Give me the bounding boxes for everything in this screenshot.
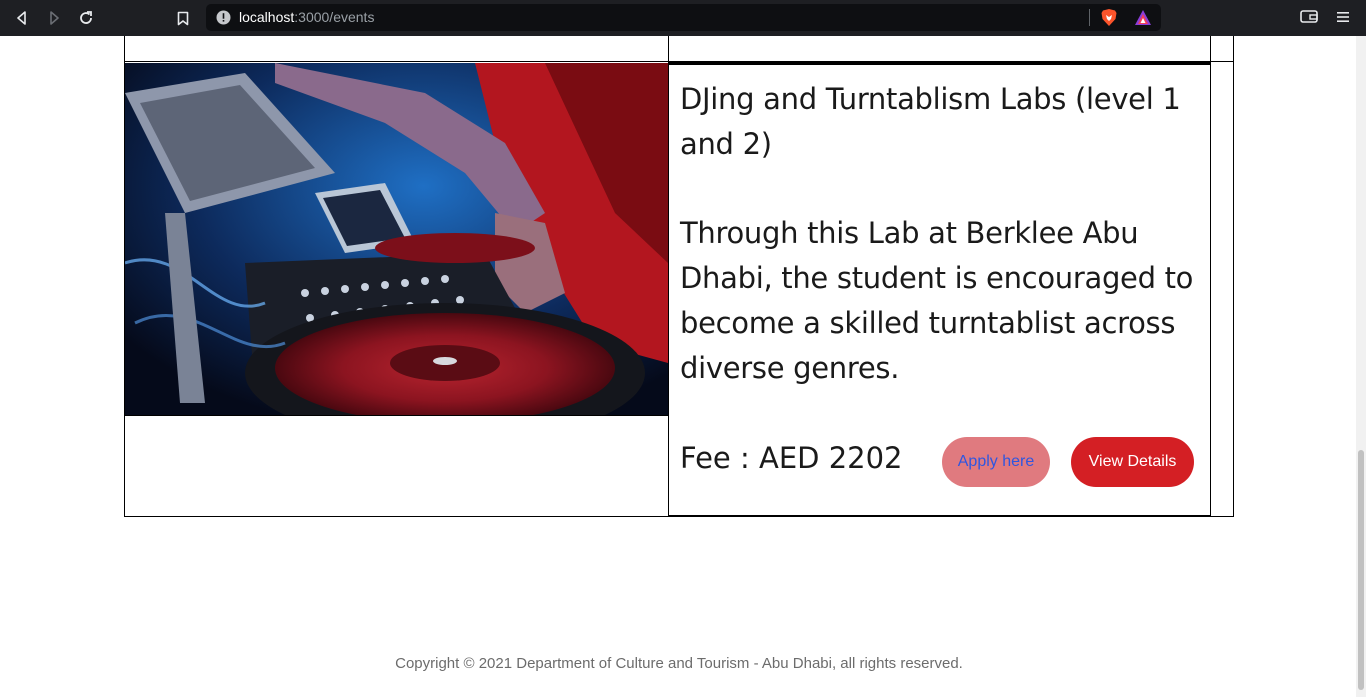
url-path: :3000/events <box>294 9 375 25</box>
menu-icon[interactable] <box>1336 9 1350 28</box>
info-icon[interactable] <box>216 10 231 29</box>
view-details-button[interactable]: View Details <box>1071 437 1194 487</box>
apply-button[interactable]: Apply here <box>942 437 1050 487</box>
event-description: Through this Lab at Berklee Abu Dhabi, t… <box>680 216 1194 385</box>
url-divider <box>1089 9 1090 26</box>
back-icon[interactable] <box>11 7 33 29</box>
event-fee: Fee : AED 2202 <box>680 441 903 475</box>
event-image <box>125 63 668 416</box>
url-host: localhost <box>239 9 295 25</box>
wallet-icon[interactable] <box>1300 9 1318 28</box>
reload-icon[interactable] <box>75 7 97 29</box>
address-bar[interactable]: localhost:3000/events <box>206 4 1161 31</box>
forward-icon[interactable] <box>43 7 65 29</box>
bookmark-icon[interactable] <box>172 7 194 29</box>
event-title: DJing and Turntablism Labs (level 1 and … <box>680 82 1181 161</box>
brave-rewards-icon[interactable] <box>1134 9 1152 30</box>
url-text: localhost:3000/events <box>239 9 374 25</box>
browser-toolbar: localhost:3000/events <box>0 0 1366 36</box>
footer-copyright: Copyright © 2021 Department of Culture a… <box>395 655 963 672</box>
scrollbar-thumb[interactable] <box>1358 450 1364 690</box>
brave-shield-icon[interactable] <box>1100 8 1118 31</box>
